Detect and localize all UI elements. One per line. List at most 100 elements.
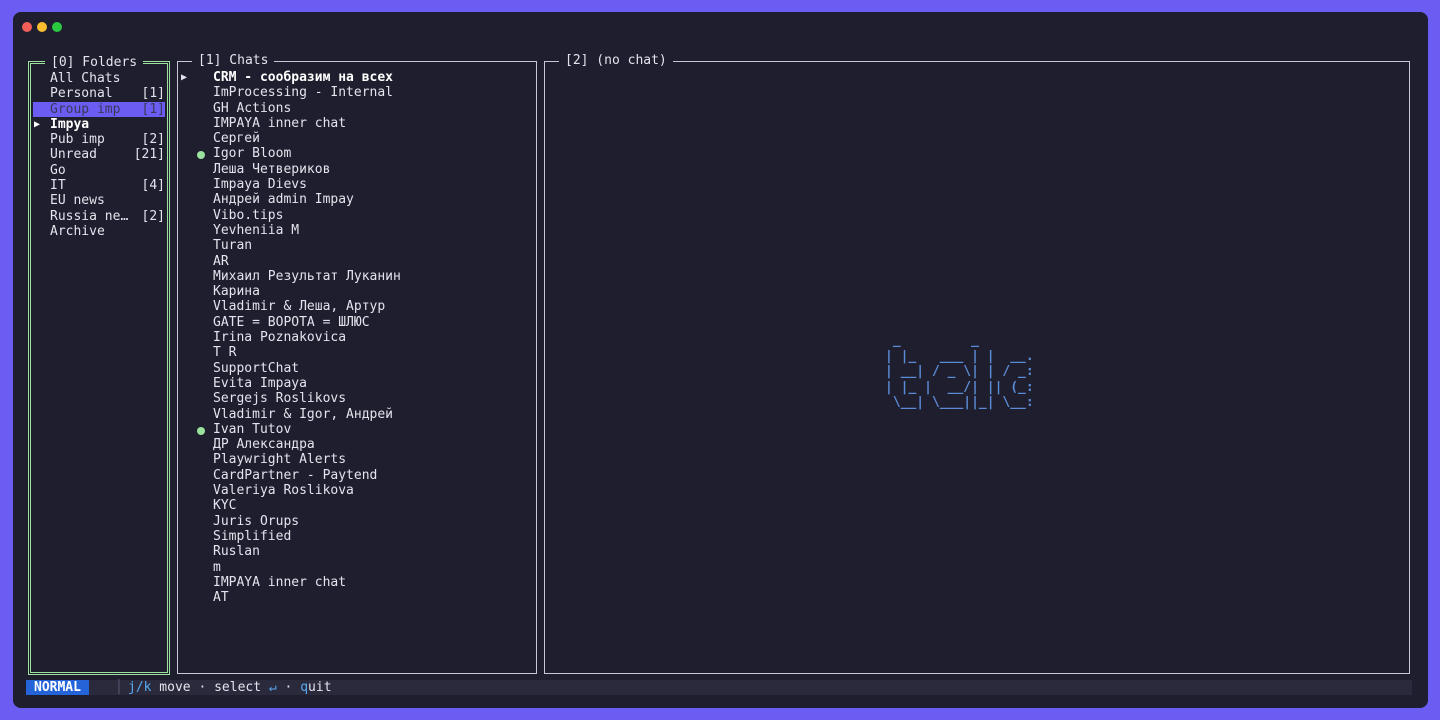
chat-view-pane-title: [2] (no chat) xyxy=(559,53,673,69)
hint-key: ↵ xyxy=(268,680,277,695)
folder-item-label: Personal xyxy=(50,86,113,102)
folder-item[interactable]: Russia ne… [2] xyxy=(33,209,165,224)
chat-item-name: IMPAYA inner chat xyxy=(213,115,347,131)
chat-item[interactable]: Turan xyxy=(178,238,536,253)
status-separator: │ xyxy=(115,680,123,695)
folder-unread-count: [2] xyxy=(141,208,165,224)
chat-item-name: Irina Poznakovica xyxy=(213,330,347,346)
chat-item[interactable]: Сергей xyxy=(178,131,536,146)
chat-item[interactable]: Sergejs Roslikovs xyxy=(178,391,536,406)
tele-ascii-logo: _ _ | |_ ___ | | __. | __| / _ \| | / _:… xyxy=(885,333,1034,410)
chat-item-name: Evita Impaya xyxy=(213,375,307,391)
folder-list: All Chats Personal [1] Group imp [1] ▶ Impya Pu… xyxy=(33,71,165,239)
folders-pane[interactable]: [0] Folders All Chats Personal [1] Group im… xyxy=(28,55,170,675)
chat-item-name: Vladimir & Igor, Андрей xyxy=(213,406,394,422)
chat-item-name: Сергей xyxy=(213,131,260,147)
chat-view-pane[interactable]: [2] (no chat) _ _ | |_ ___ | | __. | __|… xyxy=(544,53,1410,674)
terminal-window: [0] Folders All Chats Personal [1] Group im… xyxy=(13,12,1428,708)
chat-item-name: ImProcessing - Internal xyxy=(213,85,394,101)
folder-unread-count: [21] xyxy=(133,147,165,163)
chat-item[interactable]: SupportChat xyxy=(178,361,536,376)
folders-pane-title: [0] Folders xyxy=(45,55,144,71)
chat-item-name: Simplified xyxy=(213,528,292,544)
chat-item[interactable]: AR xyxy=(178,254,536,269)
chat-item[interactable]: KYC xyxy=(178,498,536,513)
chat-item[interactable]: Valeriya Roslikova xyxy=(178,483,536,498)
chat-item-name: KYC xyxy=(213,498,237,514)
chat-item[interactable]: Irina Poznakovica xyxy=(178,330,536,345)
chat-item[interactable]: T R xyxy=(178,345,536,360)
folder-item[interactable]: ▶ Impya xyxy=(33,117,165,132)
chat-item[interactable]: m xyxy=(178,560,536,575)
folder-item[interactable]: EU news xyxy=(33,193,165,208)
chat-item-name: GH Actions xyxy=(213,100,292,116)
chat-item[interactable]: Ruslan xyxy=(178,544,536,559)
folder-item-label: Archive xyxy=(50,223,105,239)
chat-item[interactable]: Juris Orups xyxy=(178,514,536,529)
hint-text: · select xyxy=(190,680,269,695)
chat-item[interactable]: Playwright Alerts xyxy=(178,452,536,467)
chat-item-name: m xyxy=(213,559,221,575)
chat-item[interactable]: GATE = ВОРОТА = ШЛЮС xyxy=(178,315,536,330)
chat-item-name: AR xyxy=(213,253,229,269)
chat-item[interactable]: Evita Impaya xyxy=(178,376,536,391)
folder-item-label: Impya xyxy=(50,116,90,132)
chat-item[interactable]: ImProcessing - Internal xyxy=(178,85,536,100)
hint-text: uit xyxy=(308,680,332,695)
folder-item[interactable]: Go xyxy=(33,163,165,178)
key-hints: j/k move · select ↵ · quit xyxy=(128,680,332,695)
chat-item[interactable]: ДР Александра xyxy=(178,437,536,452)
chat-item[interactable]: Igor Bloom xyxy=(178,146,536,161)
folder-unread-count: [2] xyxy=(141,132,165,148)
chat-item[interactable]: Simplified xyxy=(178,529,536,544)
chat-item[interactable]: Vibo.tips xyxy=(178,208,536,223)
chat-item-name: Sergejs Roslikovs xyxy=(213,391,347,407)
folder-unread-count: [1] xyxy=(141,86,165,102)
current-chat-marker-icon: ▶ xyxy=(181,72,188,83)
folder-item[interactable]: Pub imp [2] xyxy=(33,132,165,147)
close-window-button[interactable] xyxy=(22,22,32,32)
folder-item[interactable]: All Chats xyxy=(33,71,165,86)
chat-item[interactable]: Yevheniia M xyxy=(178,223,536,238)
chat-item[interactable]: Vladimir & Леша, Артур xyxy=(178,299,536,314)
folder-item[interactable]: Archive xyxy=(33,224,165,239)
maximize-window-button[interactable] xyxy=(52,22,62,32)
folder-item-label: EU news xyxy=(50,193,105,209)
chat-item-name: Vladimir & Леша, Артур xyxy=(213,299,386,315)
hint-key: j/k xyxy=(128,680,152,695)
chat-item[interactable]: GH Actions xyxy=(178,101,536,116)
folder-item[interactable]: Unread [21] xyxy=(33,147,165,162)
online-status-icon xyxy=(197,426,205,435)
folder-item[interactable]: Group imp [1] xyxy=(33,101,165,117)
chat-item[interactable]: Андрей admin Impay xyxy=(178,192,536,207)
chat-item[interactable]: Impaya Dievs xyxy=(178,177,536,192)
online-status-icon xyxy=(197,151,205,160)
chat-item-name: T R xyxy=(213,345,237,361)
status-bar: NORMAL │ j/k move · select ↵ · quit xyxy=(26,680,1412,695)
current-folder-marker-icon: ▶ xyxy=(34,118,41,130)
chat-item[interactable]: Карина xyxy=(178,284,536,299)
chat-item-name: Vibo.tips xyxy=(213,207,284,223)
chat-item[interactable]: Михаил Результат Луканин xyxy=(178,269,536,284)
chat-item-name: GATE = ВОРОТА = ШЛЮС xyxy=(213,314,370,330)
chat-item[interactable]: ▶ CRM - сообразим на всех xyxy=(178,70,536,85)
folder-item-label: Unread xyxy=(50,147,97,163)
folder-unread-count: [4] xyxy=(141,178,165,194)
folder-item[interactable]: Personal [1] xyxy=(33,86,165,101)
chat-item-name: Yevheniia M xyxy=(213,222,300,238)
chat-item-name: Valeriya Roslikova xyxy=(213,483,354,499)
folder-item[interactable]: IT [4] xyxy=(33,178,165,193)
minimize-window-button[interactable] xyxy=(37,22,47,32)
folder-unread-count: [1] xyxy=(141,101,165,117)
chat-item[interactable]: Vladimir & Igor, Андрей xyxy=(178,407,536,422)
chats-pane[interactable]: [1] Chats ▶ CRM - сообразим на всех ImProc… xyxy=(177,53,537,674)
chat-item[interactable]: Ivan Tutov xyxy=(178,422,536,437)
chat-item[interactable]: Леша Четвериков xyxy=(178,162,536,177)
chat-item[interactable]: CardPartner - Paytend xyxy=(178,468,536,483)
chat-item-name: Juris Orups xyxy=(213,513,300,529)
folder-item-label: Russia ne… xyxy=(50,208,129,224)
chat-item[interactable]: AT xyxy=(178,590,536,605)
chat-item[interactable]: IMPAYA inner chat xyxy=(178,116,536,131)
chat-item[interactable]: IMPAYA inner chat xyxy=(178,575,536,590)
hint-text: · xyxy=(276,680,301,695)
